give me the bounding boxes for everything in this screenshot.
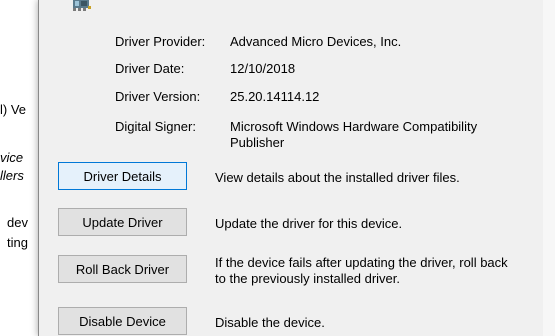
roll-back-driver-button[interactable]: Roll Back Driver [58, 255, 187, 283]
driver-properties-dialog: Driver Provider: Advanced Micro Devices,… [38, 0, 544, 336]
background-text: llers [0, 168, 24, 183]
disable-device-button[interactable]: Disable Device [58, 307, 187, 335]
background-text: dev [7, 215, 28, 230]
update-driver-description: Update the driver for this device. [215, 216, 403, 231]
background-text: l) Ve [0, 102, 27, 117]
device-chip-icon [73, 0, 91, 11]
background-window: l) Ve vice llers dev ting [0, 0, 40, 336]
background-text: vice [0, 150, 24, 165]
digital-signer-label: Digital Signer: [115, 119, 196, 134]
roll-back-driver-description: If the device fails after updating the d… [215, 255, 508, 286]
driver-date-label: Driver Date: [115, 61, 185, 76]
background-edge [543, 0, 555, 336]
background-text: ting [7, 235, 28, 250]
driver-details-description: View details about the installed driver … [215, 170, 460, 185]
driver-provider-label: Driver Provider: [115, 34, 206, 49]
driver-date-value: 12/10/2018 [230, 61, 296, 76]
disable-device-description: Disable the device. [215, 315, 325, 330]
digital-signer-value: Microsoft Windows Hardware Compatibility… [230, 119, 478, 150]
driver-version-value: 25.20.14114.12 [230, 89, 320, 104]
driver-provider-value: Advanced Micro Devices, Inc. [230, 34, 402, 49]
update-driver-button[interactable]: Update Driver [58, 208, 187, 236]
driver-details-button[interactable]: Driver Details [58, 162, 187, 190]
driver-version-label: Driver Version: [115, 89, 201, 104]
